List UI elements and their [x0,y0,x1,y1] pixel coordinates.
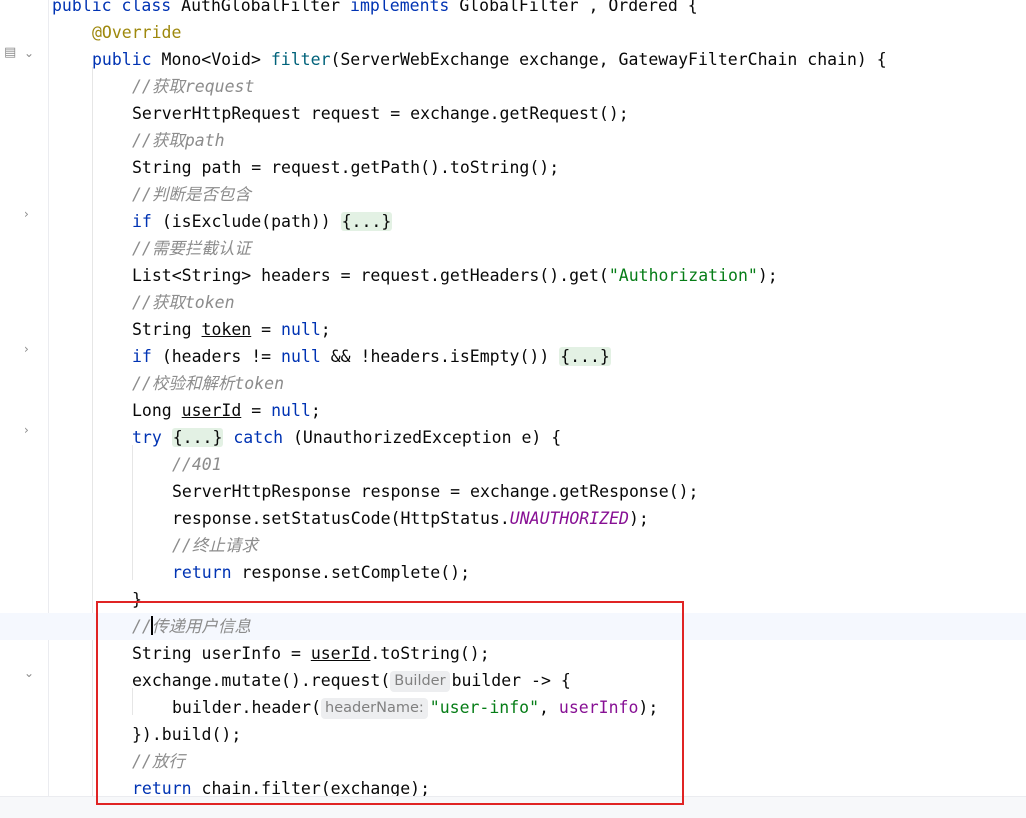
code-line[interactable]: //获取request [132,73,1026,100]
code-line[interactable]: if (isExclude(path)) {...} [132,208,1026,235]
code-line[interactable]: try {...} catch (UnauthorizedException e… [132,424,1026,451]
code-token: //获取request [132,77,255,96]
highlight-annotation-box [96,601,684,805]
code-token: String path = request.getPath().toString… [132,158,560,177]
code-token: String [132,320,202,339]
code-line[interactable]: //需要拦截认证 [132,235,1026,262]
code-line[interactable]: @Override [92,19,1026,46]
code-token: null [281,320,321,339]
code-token: (ServerWebExchange exchange, GatewayFilt… [330,50,887,69]
code-token: = [251,320,282,339]
code-token: public [92,50,162,69]
code-token: //校验和解析token [132,374,285,393]
code-token: response.setStatusCode(HttpStatus. [172,509,510,528]
code-line[interactable]: public Mono<Void> filter(ServerWebExchan… [92,46,1026,73]
code-token: ServerHttpResponse response = exchange.g… [172,482,699,501]
code-line[interactable]: ServerHttpResponse response = exchange.g… [172,478,1026,505]
code-token: filter [270,50,331,69]
code-token: (headers != [161,347,282,366]
code-token: ); [757,266,778,285]
code-token: Long [132,401,182,420]
code-token: ; [310,401,321,420]
code-line[interactable]: String path = request.getPath().toString… [132,154,1026,181]
code-token: ServerHttpRequest request = exchange.get… [132,104,629,123]
code-line[interactable]: //判断是否包含 [132,181,1026,208]
code-token: //终止请求 [172,536,258,555]
folded-code-block[interactable]: {...} [340,212,393,231]
code-token: "Authorization" [608,266,758,285]
folded-code-block[interactable]: {...} [171,428,224,447]
code-token: (isExclude(path)) [161,212,341,231]
code-token: GlobalFilter , Ordered { [459,0,698,15]
code-token: List<String> headers = request.getHeader… [132,266,609,285]
code-token: token [201,320,252,339]
code-token: userId [181,401,242,420]
code-token: null [271,401,311,420]
code-token: = [241,401,272,420]
code-token: response.setComplete(); [241,563,471,582]
code-line[interactable]: ServerHttpRequest request = exchange.get… [132,100,1026,127]
code-token: null [281,347,331,366]
folded-code-block[interactable]: {...} [559,347,611,366]
code-token: //401 [172,455,222,474]
code-token: Mono<Void> [161,50,271,69]
code-token: implements [350,0,460,15]
code-token: (UnauthorizedException e) { [292,428,562,447]
code-line[interactable]: return response.setComplete(); [172,559,1026,586]
code-line[interactable]: List<String> headers = request.getHeader… [132,262,1026,289]
code-token: //获取path [132,131,225,150]
code-line[interactable]: Long userId = null; [132,397,1026,424]
code-token: @Override [92,23,182,42]
code-line[interactable]: response.setStatusCode(HttpStatus.UNAUTH… [172,505,1026,532]
code-token: ; [320,320,331,339]
code-token: //获取token [132,293,235,312]
code-line[interactable]: public class AuthGlobalFilter implements… [52,0,1026,19]
code-token: public class [52,0,182,15]
code-token: try [132,428,172,447]
code-token: return [172,563,242,582]
code-token: if [132,212,162,231]
code-token: //判断是否包含 [132,185,251,204]
code-token: ); [628,509,649,528]
code-line[interactable]: //获取token [132,289,1026,316]
code-line[interactable]: //401 [172,451,1026,478]
code-token: AuthGlobalFilter [181,0,351,15]
code-line[interactable]: String token = null; [132,316,1026,343]
code-token: && !headers.isEmpty()) [330,347,560,366]
code-line[interactable]: if (headers != null && !headers.isEmpty(… [132,343,1026,370]
code-token: //需要拦截认证 [132,239,251,258]
code-line[interactable]: //终止请求 [172,532,1026,559]
code-token: UNAUTHORIZED [509,509,629,528]
code-line[interactable]: //校验和解析token [132,370,1026,397]
code-line[interactable]: //获取path [132,127,1026,154]
code-token: catch [233,428,293,447]
code-token: if [132,347,162,366]
